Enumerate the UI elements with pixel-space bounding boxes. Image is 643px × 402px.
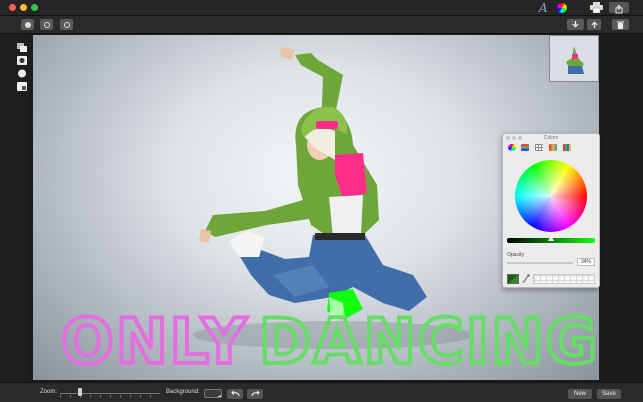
font-icon[interactable]: A (539, 1, 549, 15)
brightness-slider-thumb[interactable] (548, 236, 554, 241)
zoom-label: Zoom: (40, 389, 58, 395)
close-window-button[interactable] (9, 4, 16, 11)
history-button[interactable] (40, 19, 53, 30)
zoom-window-button[interactable] (31, 4, 38, 11)
upload-button[interactable] (587, 19, 601, 30)
color-wheel-tab[interactable] (508, 144, 516, 151)
printer-icon[interactable] (590, 2, 603, 13)
main-toolbar (0, 16, 643, 34)
history-icon (43, 21, 50, 28)
crayons-tab[interactable] (563, 144, 571, 151)
share-icon (615, 4, 623, 14)
trash-icon (617, 21, 624, 29)
opacity-label: Opacity (507, 252, 524, 258)
color-swatch-grid[interactable] (533, 274, 595, 284)
bottom-bar: Zoom: Background: New Save (0, 382, 643, 402)
zoom-slider-thumb[interactable] (78, 388, 82, 396)
save-button[interactable]: Save (597, 389, 621, 399)
overlay-word-only: ONLY (61, 305, 248, 375)
color-wheel-icon[interactable] (557, 3, 567, 13)
zoom-slider[interactable] (60, 393, 160, 394)
palettes-tab[interactable] (535, 144, 543, 151)
title-bar: A (0, 0, 643, 16)
mask-icon[interactable] (17, 56, 27, 65)
background-gradient-icon (217, 395, 221, 397)
undo-icon (230, 391, 239, 397)
options-button[interactable] (21, 19, 34, 30)
minimize-window-button[interactable] (20, 4, 27, 11)
overlay-title[interactable]: ONLY DANCING (61, 305, 599, 375)
brush-icon[interactable] (17, 69, 27, 78)
options-icon (24, 21, 31, 28)
color-wheel[interactable] (515, 160, 587, 232)
upload-icon (590, 21, 598, 28)
eyedropper-icon[interactable] (522, 274, 530, 284)
opacity-value-field[interactable]: 34% (577, 258, 595, 266)
overlay-word-dancing: DANCING (259, 305, 599, 375)
adjust-icon (63, 21, 70, 28)
zoom-ticks (60, 395, 160, 398)
undo-button[interactable] (227, 389, 243, 399)
layers-icon[interactable] (17, 43, 27, 52)
sliders-tab[interactable] (521, 144, 529, 151)
opacity-slider[interactable] (507, 262, 573, 264)
new-button[interactable]: New (568, 389, 592, 399)
download-icon (572, 21, 579, 28)
redo-button[interactable] (247, 389, 263, 399)
share-button[interactable] (609, 2, 629, 14)
tool-strip (0, 34, 30, 382)
navigator-preview (550, 36, 598, 81)
background-label: Background: (166, 389, 200, 395)
navigator-thumbnail[interactable] (549, 35, 599, 82)
redo-icon (251, 391, 260, 397)
adjust-button[interactable] (60, 19, 73, 30)
download-button[interactable] (567, 19, 584, 30)
background-swatch-button[interactable] (204, 389, 222, 398)
right-margin (599, 35, 643, 380)
trash-button[interactable] (612, 19, 629, 30)
image-palette-tab[interactable] (549, 144, 557, 151)
crop-icon[interactable] (17, 82, 27, 91)
colors-panel[interactable]: Colors Opacity 34% (502, 133, 600, 288)
colors-panel-title: Colors (543, 135, 559, 141)
current-color-swatch[interactable] (507, 274, 519, 284)
